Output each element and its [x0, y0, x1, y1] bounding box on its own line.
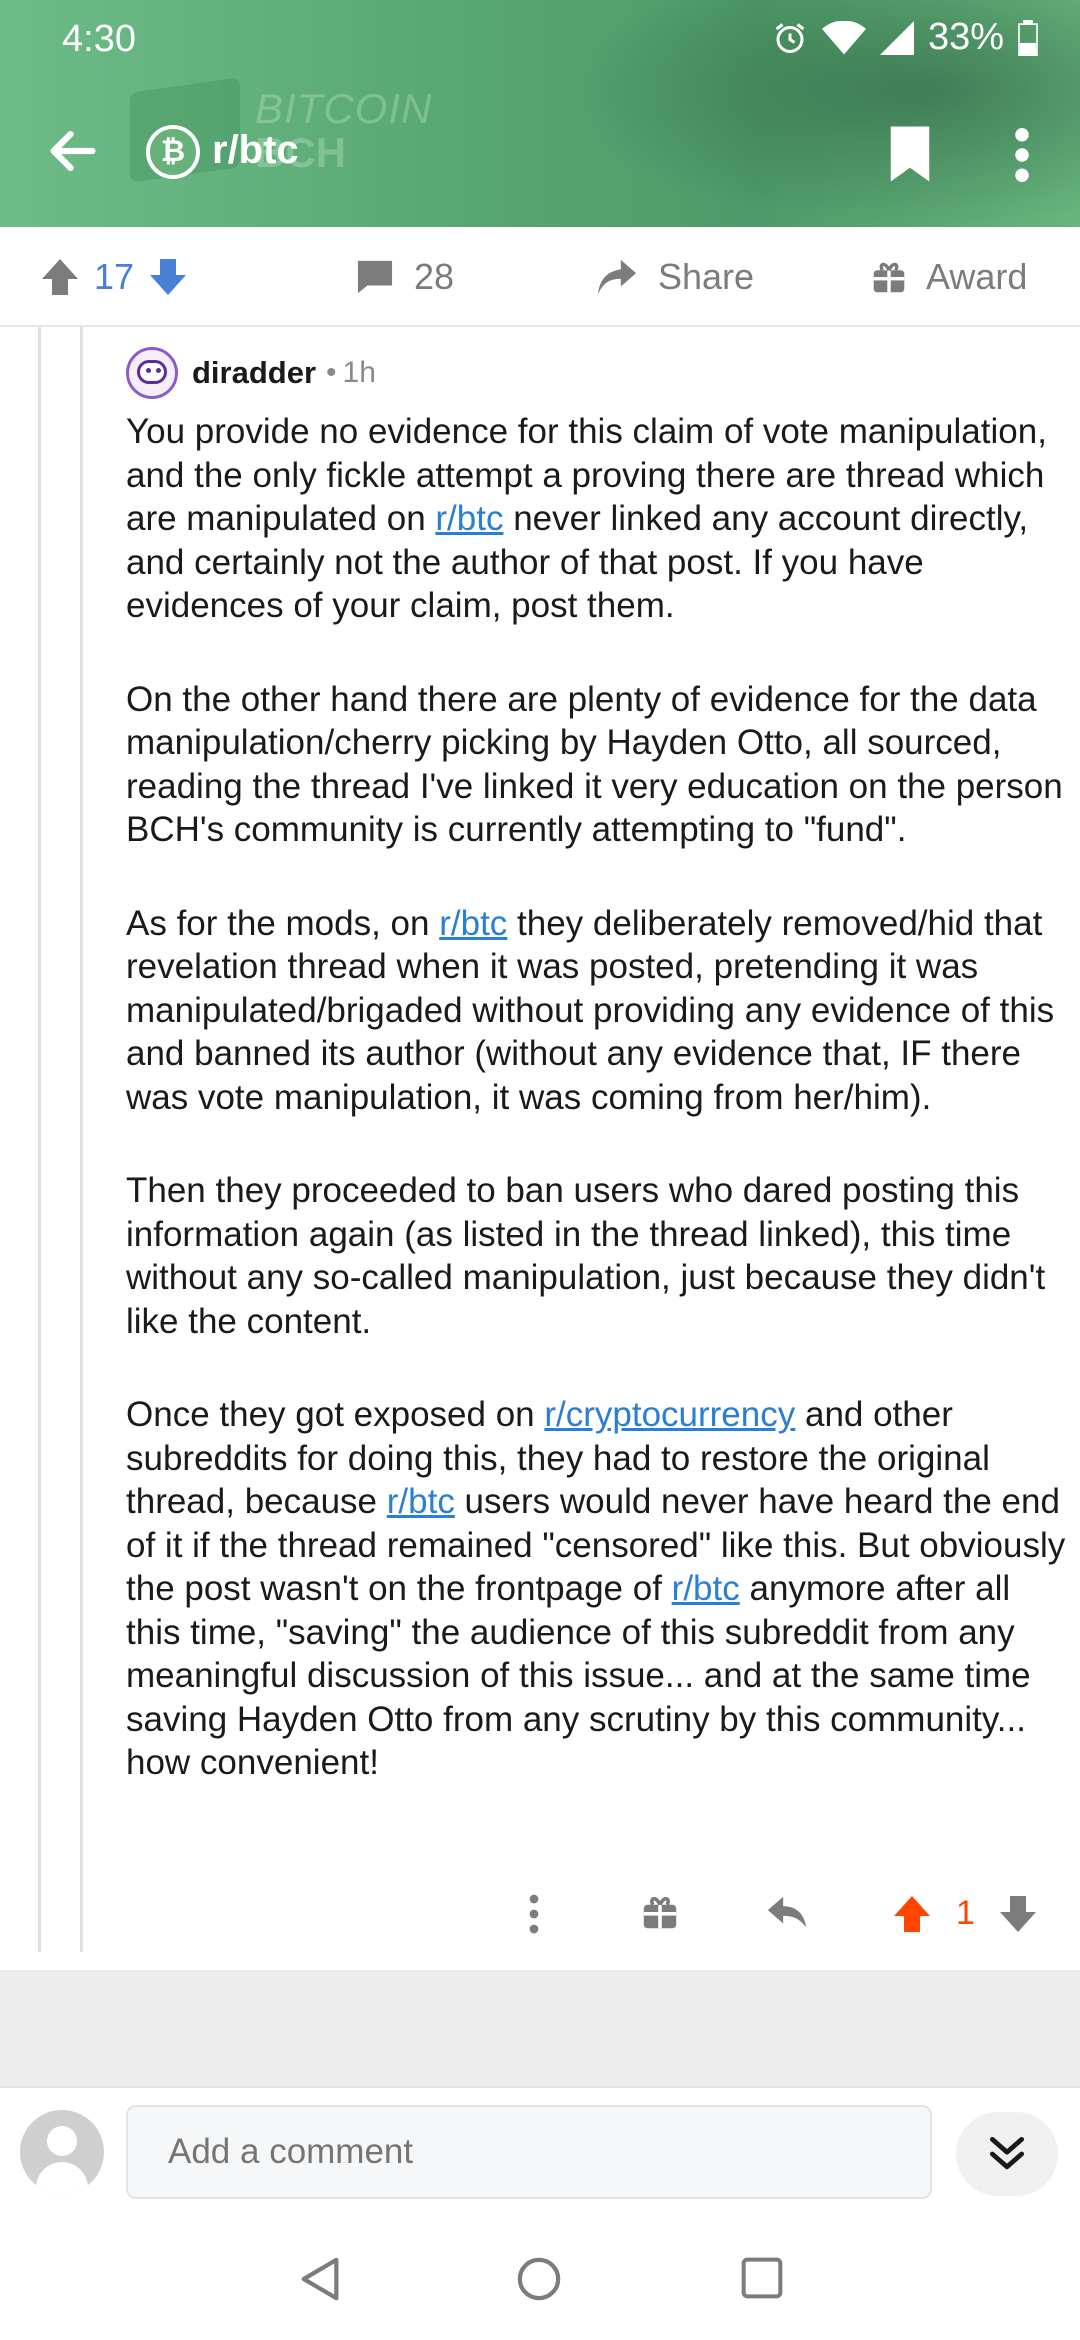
system-navigation-bar	[0, 2216, 1080, 2340]
comment-header: diradder • 1h	[126, 344, 1066, 402]
subreddit-header: BITCOIN BCH 4:30 33% ₿ r/btc	[0, 0, 1080, 227]
post-action-bar: 17 28 Share Award	[0, 227, 1080, 327]
battery-icon	[1018, 19, 1038, 56]
comment-vote-count: 1	[956, 1894, 975, 1932]
share-label: Share	[658, 256, 755, 297]
home-icon[interactable]	[516, 2256, 562, 2302]
comment-paragraph: On the other hand there are plenty of ev…	[126, 679, 1063, 850]
post-vote-group: 17	[40, 227, 188, 327]
comment-award-icon[interactable]	[642, 1894, 678, 1930]
status-time: 4:30	[62, 18, 136, 60]
author-avatar[interactable]	[126, 347, 178, 399]
subreddit-link[interactable]: r/btc	[439, 904, 507, 943]
award-label: Award	[926, 256, 1028, 297]
comments-end-spacer	[0, 1970, 1080, 2086]
comment-icon	[357, 260, 393, 294]
thread-line-inner[interactable]	[80, 327, 83, 1952]
comment-author[interactable]: diradder	[192, 355, 316, 391]
comment-more-icon[interactable]	[528, 1894, 540, 1934]
comment-actions: 1	[126, 1888, 1066, 1948]
comment-upvote-icon[interactable]	[892, 1894, 932, 1934]
share-icon	[597, 259, 637, 295]
wifi-icon	[821, 20, 866, 54]
alarm-icon	[775, 22, 805, 53]
more-options-icon[interactable]	[1010, 128, 1034, 182]
back-arrow-icon[interactable]	[44, 122, 102, 180]
thread-line-outer[interactable]	[38, 327, 41, 1952]
recents-icon[interactable]	[740, 2256, 784, 2300]
share-button[interactable]: Share	[596, 227, 754, 327]
comments-button[interactable]: 28	[356, 227, 454, 327]
user-avatar[interactable]	[20, 2110, 104, 2194]
comment-age: 1h	[342, 356, 376, 389]
comment-count: 28	[414, 256, 455, 297]
subreddit-link[interactable]: r/btc	[435, 499, 503, 538]
collapse-comments-button[interactable]	[956, 2112, 1058, 2196]
subreddit-link[interactable]: r/btc	[672, 1569, 740, 1608]
add-comment-input[interactable]	[126, 2105, 932, 2199]
comment-compose-bar	[0, 2086, 1080, 2216]
reply-icon[interactable]	[766, 1894, 808, 1930]
gift-icon	[873, 262, 905, 293]
subreddit-name[interactable]: r/btc	[212, 128, 299, 173]
comment-paragraph: You provide no evidence for this claim o…	[126, 412, 1047, 625]
status-bar: 4:30 33%	[0, 0, 1080, 80]
comment-separator: •	[326, 356, 337, 389]
subreddit-icon[interactable]: ₿	[146, 125, 200, 179]
comment-downvote-icon[interactable]	[998, 1894, 1038, 1934]
subreddit-link[interactable]: r/btc	[387, 1482, 455, 1521]
comment-paragraph: Then they proceeded to ban users who dar…	[126, 1171, 1046, 1341]
signal-icon	[879, 20, 914, 55]
downvote-icon[interactable]	[148, 257, 188, 297]
upvote-icon[interactable]	[40, 257, 80, 297]
comment-paragraph: Once they got exposed on r/cryptocurrenc…	[126, 1395, 1066, 1782]
post-vote-count: 17	[94, 256, 135, 297]
subreddit-link[interactable]: r/cryptocurrency	[544, 1395, 795, 1434]
battery-percent: 33%	[927, 16, 1004, 58]
award-button[interactable]: Award	[872, 227, 1027, 327]
comment: diradder • 1h You provide no evidence fo…	[126, 344, 1066, 1785]
back-icon[interactable]	[298, 2256, 344, 2302]
comment-paragraph: As for the mods, on r/btc they deliberat…	[126, 903, 1055, 1117]
double-chevron-down-icon	[989, 2136, 1025, 2170]
bookmark-icon[interactable]	[888, 126, 932, 182]
